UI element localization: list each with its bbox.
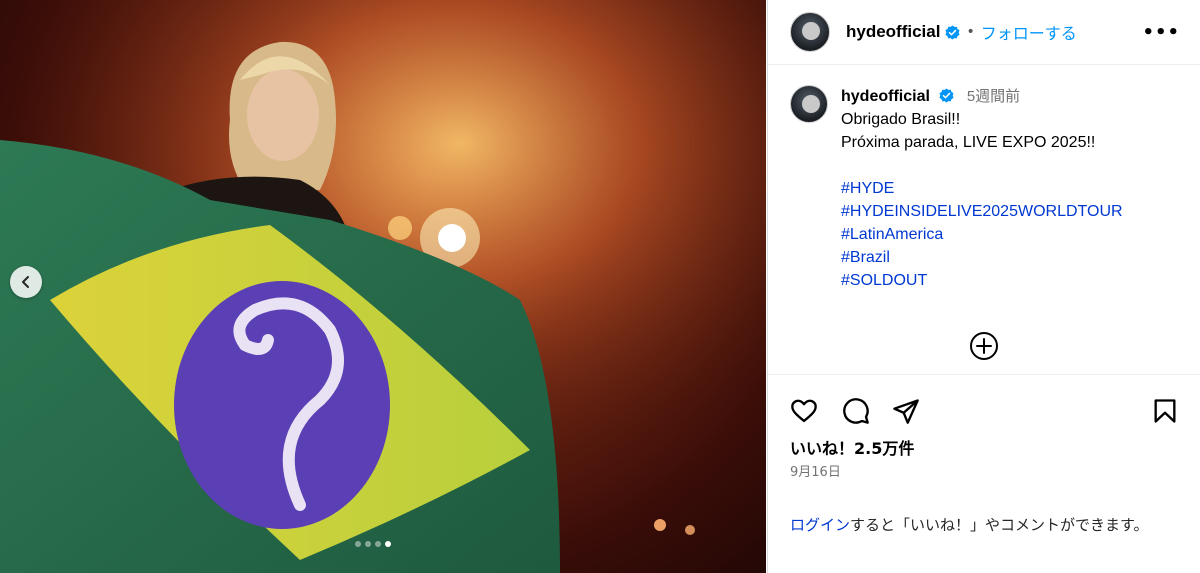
header-separator: • (966, 24, 975, 40)
caption-avatar[interactable] (790, 85, 828, 123)
verified-badge-icon (945, 24, 960, 40)
carousel-indicator (355, 541, 391, 547)
like-count[interactable]: いいね！2.5万件 (790, 435, 914, 459)
login-link[interactable]: ログイン (790, 516, 850, 534)
login-prompt-text: すると「いいね！」やコメントができます。 (850, 516, 1149, 534)
carousel-dot (355, 541, 361, 547)
bookmark-icon (1154, 399, 1176, 423)
post-date[interactable]: 9月16日 (790, 461, 841, 480)
caption-line: Próxima parada, LIVE EXPO 2025!! (841, 134, 1096, 151)
carousel-prev-button[interactable] (10, 266, 42, 298)
post-caption: hydeofficial 5週間前 Obrigado Brasil!! Próx… (790, 85, 1180, 292)
hashtag-link[interactable]: #HYDE (841, 177, 1180, 200)
carousel-dot (365, 541, 371, 547)
paper-plane-icon (893, 399, 919, 424)
plus-circle-icon (970, 332, 998, 360)
save-button[interactable] (1151, 397, 1179, 425)
verified-badge-icon (939, 88, 954, 103)
caption-line: Obrigado Brasil!! (841, 111, 961, 128)
caption-username[interactable]: hydeofficial (841, 88, 930, 105)
post-media (0, 0, 766, 573)
post-photo (0, 0, 766, 573)
post-side-panel: hydeofficial • フォローする ••• hydeofficial 5 (767, 0, 1200, 573)
avatar[interactable] (790, 12, 830, 52)
carousel-dot-active (385, 541, 391, 547)
hashtag-link[interactable]: #LatinAmerica (841, 223, 1180, 246)
speech-bubble-icon (843, 398, 869, 424)
post-header: hydeofficial • フォローする ••• (768, 0, 1200, 65)
add-comment-button[interactable] (968, 330, 1000, 362)
post-actions: いいね！2.5万件 9月16日 ログインすると「いいね！」やコメントができます。 (768, 374, 1200, 573)
hashtag-link[interactable]: #Brazil (841, 246, 1180, 269)
hashtag-link[interactable]: #HYDEINSIDELIVE2025WORLDTOUR (841, 200, 1180, 223)
more-options-button[interactable]: ••• (1142, 22, 1180, 43)
follow-button[interactable]: フォローする (981, 20, 1077, 44)
login-prompt: ログインすると「いいね！」やコメントができます。 (790, 513, 1183, 537)
chevron-left-icon (22, 276, 29, 288)
comment-button[interactable] (842, 397, 870, 425)
header-username[interactable]: hydeofficial (846, 22, 940, 42)
post-time[interactable]: 5週間前 (967, 88, 1020, 105)
like-button[interactable] (790, 397, 818, 425)
share-button[interactable] (892, 397, 920, 425)
heart-icon (791, 399, 817, 423)
carousel-dot (375, 541, 381, 547)
hashtag-link[interactable]: #SOLDOUT (841, 269, 1180, 292)
